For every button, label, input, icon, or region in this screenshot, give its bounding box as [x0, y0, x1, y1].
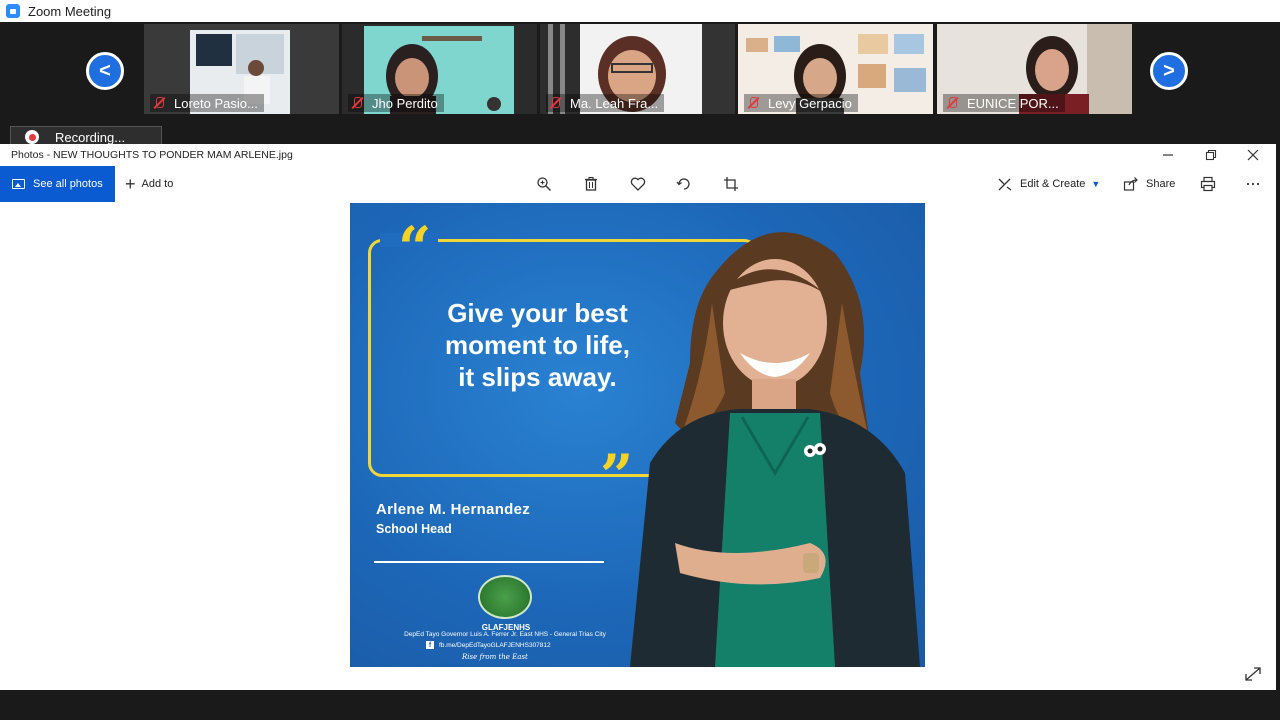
- participant-name-tag: Ma. Leah Fra...: [546, 94, 665, 112]
- record-icon: [25, 130, 39, 144]
- displayed-photo[interactable]: “ ” Give your best moment to life, it sl…: [350, 203, 925, 667]
- participant-name-tag: EUNICE POR...: [943, 94, 1065, 112]
- print-icon: [1200, 176, 1216, 192]
- poster-divider: [374, 561, 604, 563]
- mic-muted-icon: [746, 96, 760, 110]
- share-button[interactable]: Share: [1123, 166, 1175, 202]
- zoom-logo-icon: [6, 4, 20, 18]
- participant-tile[interactable]: Loreto Pasio...: [144, 24, 339, 114]
- person-photo: [630, 232, 920, 667]
- mic-muted-icon: [548, 96, 562, 110]
- previous-page-button[interactable]: <: [86, 52, 124, 90]
- school-tagline: Rise from the East: [462, 653, 528, 661]
- favorite-button[interactable]: [628, 174, 648, 194]
- chevron-down-icon: ▼: [1091, 179, 1101, 189]
- mic-muted-icon: [350, 96, 364, 110]
- person-role: School Head: [376, 522, 452, 536]
- participant-strip: < Loreto Pasio... Jho Perdito Ma. Leah F…: [0, 22, 1280, 144]
- next-page-button[interactable]: >: [1150, 52, 1188, 90]
- edit-icon: [998, 178, 1012, 191]
- mic-muted-icon: [945, 96, 959, 110]
- photos-window-title: Photos - NEW THOUGHTS TO PONDER MAM ARLE…: [11, 149, 293, 161]
- open-quote-icon: “: [398, 214, 432, 282]
- more-icon: [1246, 182, 1260, 186]
- photos-icon: [12, 179, 25, 189]
- participant-name-tag: Loreto Pasio...: [150, 94, 264, 112]
- participant-name-tag: Jho Perdito: [348, 94, 444, 112]
- facebook-icon: f: [426, 641, 434, 649]
- close-button[interactable]: [1243, 146, 1263, 164]
- see-all-photos-button[interactable]: See all photos: [0, 166, 115, 202]
- close-icon: [1247, 149, 1259, 161]
- zoom-title-bar: Zoom Meeting: [0, 0, 1280, 22]
- heart-icon: [630, 177, 646, 191]
- minimize-icon: [1163, 154, 1173, 156]
- crop-button[interactable]: [721, 174, 741, 194]
- zoom-button[interactable]: [534, 174, 554, 194]
- minimize-button[interactable]: [1158, 146, 1178, 164]
- facebook-link: f fb.me/DepEdTayoGLAFJENHS307812: [426, 641, 551, 649]
- photos-toolbar: See all photos + Add to Edit & Create ▼: [0, 166, 1276, 202]
- participant-tile[interactable]: Jho Perdito: [342, 24, 537, 114]
- zoom-in-icon: [537, 177, 551, 191]
- photos-window: Photos - NEW THOUGHTS TO PONDER MAM ARLE…: [0, 144, 1276, 690]
- zoom-bottom-bar: [0, 690, 1280, 720]
- restore-button[interactable]: [1201, 146, 1221, 164]
- share-icon: [1123, 177, 1138, 191]
- participant-name-tag: Levy Gerpacio: [744, 94, 858, 112]
- participant-tile[interactable]: Ma. Leah Fra...: [540, 24, 735, 114]
- mic-muted-icon: [152, 96, 166, 110]
- add-to-button[interactable]: + Add to: [125, 166, 173, 202]
- photos-title-bar: Photos - NEW THOUGHTS TO PONDER MAM ARLE…: [0, 144, 1276, 166]
- trash-icon: [585, 176, 597, 191]
- rotate-icon: [676, 178, 690, 190]
- chevron-left-icon: <: [99, 59, 111, 82]
- more-options-button[interactable]: [1243, 174, 1263, 194]
- zoom-window-title: Zoom Meeting: [28, 3, 112, 19]
- restore-icon: [1205, 149, 1217, 161]
- plus-icon: +: [125, 174, 136, 194]
- print-button[interactable]: [1198, 174, 1218, 194]
- rotate-button[interactable]: [674, 174, 694, 194]
- participant-tile[interactable]: EUNICE POR...: [937, 24, 1132, 114]
- participant-tile[interactable]: Levy Gerpacio: [738, 24, 933, 114]
- edit-create-button[interactable]: Edit & Create ▼: [997, 166, 1100, 202]
- person-name: Arlene M. Hernandez: [376, 501, 531, 518]
- chevron-right-icon: >: [1163, 59, 1175, 82]
- expand-icon[interactable]: [1242, 664, 1264, 684]
- crop-icon: [724, 177, 738, 191]
- school-seal-icon: [478, 575, 532, 619]
- delete-button[interactable]: [581, 174, 601, 194]
- school-name: DepEd Tayo Governor Luis A. Ferrer Jr. E…: [404, 631, 606, 638]
